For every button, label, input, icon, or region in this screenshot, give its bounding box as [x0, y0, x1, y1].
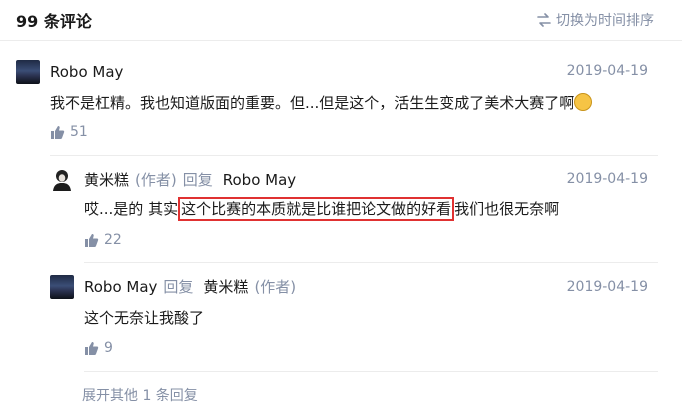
reply-to-name[interactable]: 黄米糕 — [203, 277, 248, 297]
comment-meta: Robo May — [50, 62, 123, 82]
like-count: 22 — [104, 232, 122, 248]
expand-replies-link[interactable]: 展开其他 1 条回复 — [82, 385, 198, 405]
like-button[interactable]: 22 — [84, 232, 122, 248]
comment-text: 我不是杠精。我也知道版面的重要。但...但是这个，活生生变成了美术大赛了啊 — [50, 94, 575, 112]
thumbs-up-icon — [85, 341, 99, 355]
swap-icon — [537, 13, 551, 27]
like-count: 9 — [104, 340, 113, 356]
author-name[interactable]: Robo May — [50, 62, 123, 82]
person-portrait-icon — [53, 170, 71, 191]
reply-label: 回复 — [182, 171, 213, 189]
like-count: 51 — [70, 124, 88, 140]
comment-text-after: 我们也很无奈啊 — [454, 200, 560, 218]
comment-date: 2019-04-19 — [566, 63, 648, 79]
comment-date: 2019-04-19 — [566, 279, 648, 295]
avatar[interactable] — [50, 275, 74, 299]
comments-header: 99 条评论 切换为时间排序 — [0, 0, 682, 41]
thumbs-up-icon — [85, 233, 99, 247]
comment-text-before: 哎...是的 其实 — [84, 200, 179, 218]
comment-content: 这个无奈让我酸了 — [84, 309, 205, 327]
divider — [50, 155, 658, 156]
reply-to-tag: (作者) — [254, 278, 297, 296]
reply-meta: Robo May 回复 黄米糕 (作者) — [84, 277, 296, 297]
comment-content: 我不是杠精。我也知道版面的重要。但...但是这个，活生生变成了美术大赛了啊 — [50, 92, 593, 114]
sort-toggle-button[interactable]: 切换为时间排序 — [537, 10, 654, 30]
avatar[interactable] — [16, 60, 40, 84]
reply-to-name[interactable]: Robo May — [223, 170, 296, 190]
author-name[interactable]: Robo May — [84, 277, 157, 297]
highlighted-text: 这个比赛的本质就是比谁把论文做的好看 — [178, 197, 455, 221]
sort-toggle-label: 切换为时间排序 — [556, 13, 654, 29]
comment-count-title: 99 条评论 — [16, 12, 92, 31]
like-button[interactable]: 9 — [84, 340, 113, 356]
divider — [84, 262, 658, 263]
divider — [84, 371, 658, 372]
author-name[interactable]: 黄米糕 — [84, 170, 129, 190]
avatar[interactable] — [50, 167, 74, 191]
reply-label: 回复 — [163, 278, 194, 296]
author-tag: (作者) — [135, 171, 177, 189]
comment-date: 2019-04-19 — [566, 171, 648, 187]
comment-content: 哎...是的 其实 这个比赛的本质就是比谁把论文做的好看 我们也很无奈啊 — [84, 197, 560, 221]
reply-meta: 黄米糕 (作者) 回复 Robo May — [84, 170, 296, 190]
thumbs-up-icon — [51, 125, 65, 139]
like-button[interactable]: 51 — [50, 124, 88, 140]
sweat-smile-emoji-icon — [574, 93, 593, 111]
